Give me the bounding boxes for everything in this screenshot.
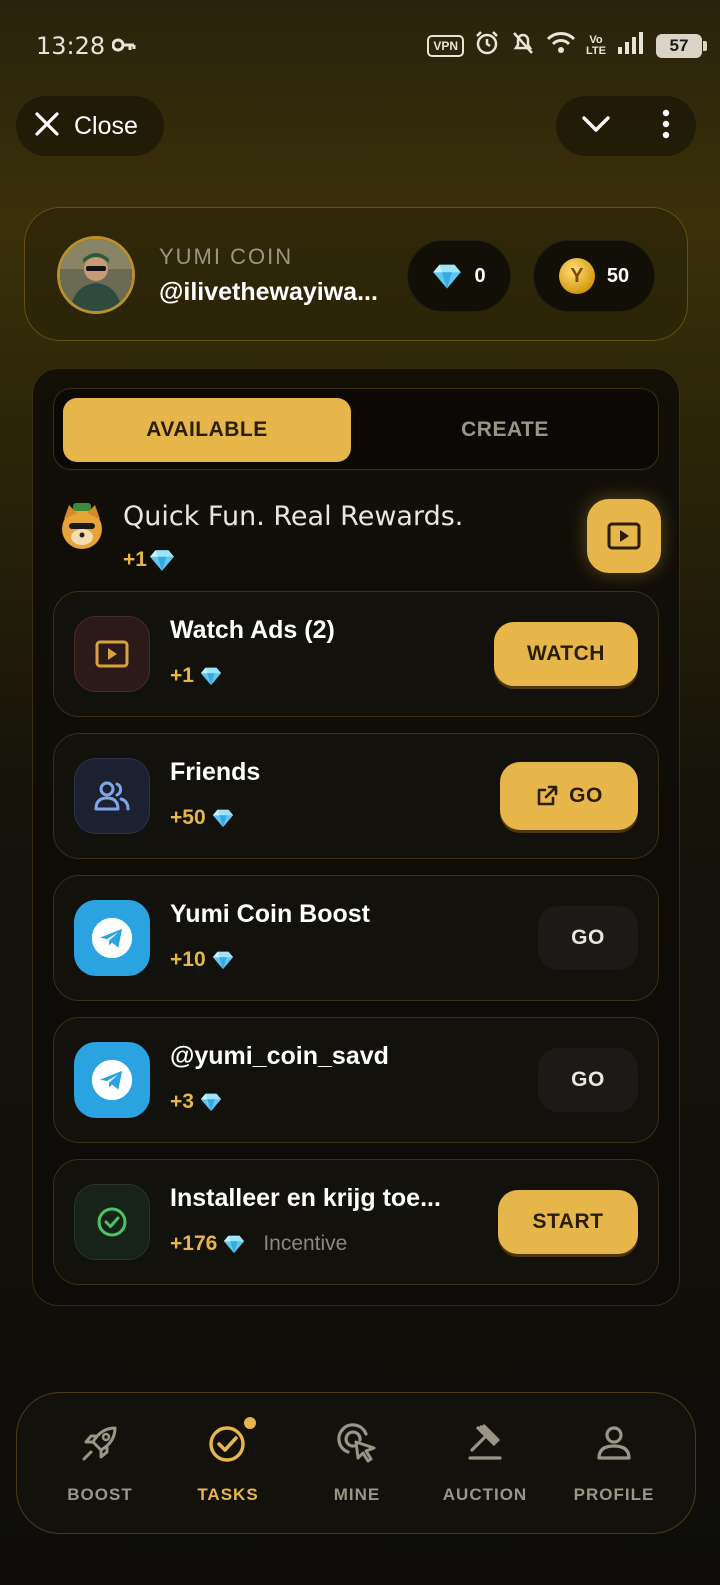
promo-reward: +1 [123, 547, 175, 573]
nav-auction[interactable]: AUCTION [420, 1419, 550, 1505]
coins-count: 50 [606, 264, 630, 287]
battery-indicator: 57 [656, 33, 707, 58]
task-reward: +3 [170, 1090, 222, 1114]
nav-profile-label: PROFILE [573, 1485, 655, 1504]
task-friends: Friends +50 GO [53, 733, 659, 859]
gem-icon [432, 261, 462, 291]
task-title: Watch Ads (2) [170, 616, 335, 644]
play-video-button[interactable] [587, 499, 661, 573]
close-icon [34, 111, 60, 142]
signal-icon [616, 31, 646, 60]
task-title: Friends [170, 758, 261, 786]
promo-title: Quick Fun. Real Rewards. [123, 501, 464, 532]
task-reward-value: +50 [170, 806, 206, 829]
nav-profile[interactable]: PROFILE [549, 1419, 679, 1505]
friends-go-button[interactable]: GO [500, 762, 638, 830]
start-button[interactable]: START [498, 1190, 638, 1254]
task-subtitle: Incentive [263, 1232, 348, 1255]
task-yumi-coin-savd: @yumi_coin_savd +3 GO [53, 1017, 659, 1143]
mini-app-header: Close [0, 92, 720, 188]
tab-create[interactable]: CREATE [359, 398, 651, 462]
task-title: Yumi Coin Boost [170, 900, 370, 928]
bell-muted-icon [510, 30, 536, 61]
external-link-icon [537, 785, 558, 806]
task-reward-value: +3 [170, 1090, 194, 1113]
volte-indicator: Vo LTE [586, 34, 606, 57]
coin-icon: Y [558, 258, 595, 294]
close-button[interactable]: Close [16, 96, 164, 156]
telegram-icon [74, 900, 150, 976]
task-yumi-coin-boost: Yumi Coin Boost +10 GO [53, 875, 659, 1001]
dog-mascot-icon [55, 499, 109, 553]
volte-bottom: LTE [586, 44, 606, 57]
watch-button[interactable]: WATCH [494, 622, 638, 686]
users-icon [74, 758, 150, 834]
task-reward-value: +176 [170, 1232, 218, 1255]
status-bar: 13:28 VPN Vo LTE 57 [0, 0, 720, 92]
task-reward: +50 [170, 806, 234, 830]
nav-mine[interactable]: MINE [292, 1419, 422, 1505]
check-circle-icon [74, 1184, 150, 1260]
nav-auction-label: AUCTION [442, 1485, 528, 1504]
task-reward: +1 [170, 664, 222, 688]
yumi-boost-go-button[interactable]: GO [538, 906, 638, 970]
task-watch-ads: Watch Ads (2) +1 WATCH [53, 591, 659, 717]
promo-reward-value: +1 [123, 548, 147, 571]
play-icon [74, 616, 150, 692]
app-name: YUMI COIN [159, 244, 294, 269]
nav-boost[interactable]: BOOST [35, 1419, 165, 1505]
cursor-click-icon [333, 1419, 381, 1467]
gem-icon [149, 547, 175, 573]
tasks-panel: AVAILABLE CREATE Quick Fun. Real Rewards… [32, 368, 680, 1306]
nav-tasks-label: TASKS [197, 1485, 259, 1504]
task-reward-value: +1 [170, 664, 194, 687]
chevron-down-icon[interactable] [581, 114, 611, 139]
task-title: @yumi_coin_savd [170, 1042, 389, 1070]
yumi-savd-go-button[interactable]: GO [538, 1048, 638, 1112]
profile-card: YUMI COIN @ilivethewayiwa... 0 Y 50 [24, 207, 688, 341]
task-installeer: Installeer en krijg toe... +176 Incentiv… [53, 1159, 659, 1285]
nav-mine-label: MINE [333, 1485, 381, 1504]
friends-go-label: GO [569, 784, 603, 807]
telegram-icon [74, 1042, 150, 1118]
gavel-icon [461, 1419, 509, 1467]
status-time: 13:28 [36, 32, 106, 60]
gems-count: 0 [474, 264, 486, 287]
close-label: Close [74, 111, 138, 140]
gem-icon [212, 949, 234, 971]
wifi-icon [546, 31, 576, 60]
task-title: Installeer en krijg toe... [170, 1184, 441, 1212]
nav-tasks[interactable]: TASKS [163, 1417, 293, 1505]
header-actions [556, 96, 696, 156]
promo-banner: Quick Fun. Real Rewards. +1 [55, 497, 661, 587]
play-icon [607, 522, 641, 550]
task-reward: +176 Incentive [170, 1232, 347, 1256]
key-icon [111, 36, 136, 59]
gems-balance[interactable]: 0 [407, 240, 511, 312]
alarm-icon [474, 30, 500, 61]
gem-icon [223, 1233, 245, 1255]
avatar[interactable] [57, 236, 135, 314]
notification-dot [244, 1417, 256, 1429]
rocket-icon [76, 1419, 124, 1467]
vpn-badge: VPN [427, 34, 465, 57]
tab-available[interactable]: AVAILABLE [63, 398, 351, 462]
status-icons: VPN Vo LTE 57 [427, 30, 707, 61]
gem-icon [212, 807, 234, 829]
gem-icon [200, 665, 222, 687]
nav-boost-label: BOOST [67, 1485, 133, 1504]
task-check-icon [204, 1417, 256, 1467]
task-reward: +10 [170, 948, 234, 972]
username: @ilivethewayiwa... [159, 278, 378, 306]
user-icon [590, 1419, 638, 1467]
coins-balance[interactable]: Y 50 [533, 240, 655, 312]
task-reward-value: +10 [170, 948, 206, 971]
gem-icon [200, 1091, 222, 1113]
bottom-nav: BOOST TASKS MINE AUCTION PROFILE [16, 1392, 696, 1534]
more-options-icon[interactable] [661, 109, 671, 144]
task-tabs: AVAILABLE CREATE [53, 388, 659, 470]
